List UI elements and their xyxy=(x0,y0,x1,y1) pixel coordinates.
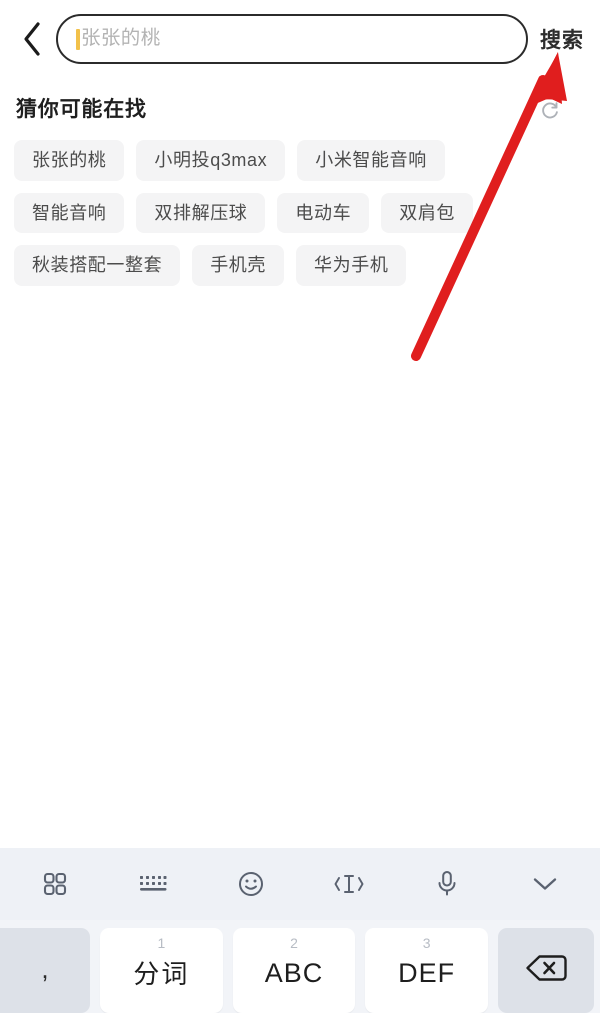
comma-key[interactable]: , xyxy=(0,928,90,1013)
suggestion-tag[interactable]: 张张的桃 xyxy=(14,140,125,181)
suggestion-tag[interactable]: 华为手机 xyxy=(296,245,407,287)
back-button[interactable] xyxy=(12,15,52,63)
abc-key-label: ABC xyxy=(264,958,324,988)
backspace-key[interactable] xyxy=(498,928,595,1013)
virtual-keyboard: , 1 分词 2 ABC 3 DEF xyxy=(0,848,600,1013)
chevron-left-icon xyxy=(21,21,43,57)
search-submit-button[interactable]: 搜索 xyxy=(538,20,586,58)
refresh-button[interactable] xyxy=(536,98,564,126)
suggestion-tag[interactable]: 小米智能音响 xyxy=(297,140,445,181)
emoji-smiley-icon xyxy=(237,870,265,898)
suggestion-tag[interactable]: 智能音响 xyxy=(14,192,125,234)
suggestions-title: 猜你可能在找 xyxy=(16,97,147,121)
suggestion-tag[interactable]: 双肩包 xyxy=(381,192,474,234)
suggestion-tag-list: 张张的桃 小明投q3max 小米智能音响 智能音响 双排解压球 电动车 双肩包 … xyxy=(14,140,586,287)
def-key[interactable]: 3 DEF xyxy=(365,928,489,1013)
suggestion-tag[interactable]: 手机壳 xyxy=(192,245,285,287)
keyboard-key-row: , 1 分词 2 ABC 3 DEF xyxy=(0,920,600,1013)
hide-keyboard-button[interactable] xyxy=(496,848,594,920)
text-cursor-icon xyxy=(333,871,365,897)
search-input-placeholder: 张张的桃 xyxy=(81,27,161,50)
fenci-key[interactable]: 1 分词 xyxy=(100,928,223,1013)
abc-key-number: 2 xyxy=(290,935,298,951)
grid-apps-icon xyxy=(41,870,69,898)
keyboard-toolbar xyxy=(0,848,600,920)
suggestion-tag[interactable]: 电动车 xyxy=(277,192,370,234)
suggestions-header: 猜你可能在找 xyxy=(14,92,586,126)
search-page: 张张的桃 搜索 猜你可能在找 张张的桃 小明投q3max 小米智能音响 智能音响… xyxy=(0,0,600,1013)
refresh-icon xyxy=(540,100,560,125)
suggestions-section: 猜你可能在找 张张的桃 小明投q3max 小米智能音响 智能音响 双排解压球 电 xyxy=(0,78,600,298)
text-caret xyxy=(76,28,80,50)
fenci-key-number: 1 xyxy=(157,935,166,951)
cursor-move-button[interactable] xyxy=(300,848,398,920)
tag-row: 张张的桃 小明投q3max 小米智能音响 xyxy=(14,140,586,181)
suggestion-tag[interactable]: 秋装搭配一整套 xyxy=(14,245,181,287)
keyboard-icon xyxy=(138,872,168,896)
search-header: 张张的桃 搜索 xyxy=(0,0,600,78)
backspace-icon xyxy=(523,951,569,990)
def-key-number: 3 xyxy=(422,935,431,951)
def-key-label: DEF xyxy=(398,958,456,988)
comma-key-label: , xyxy=(41,954,49,984)
search-input[interactable]: 张张的桃 xyxy=(56,14,528,64)
tag-row: 秋装搭配一整套 手机壳 华为手机 xyxy=(14,245,586,287)
suggestion-tag[interactable]: 小明投q3max xyxy=(136,140,286,181)
chevron-down-icon xyxy=(530,873,560,895)
fenci-key-label: 分词 xyxy=(133,958,190,989)
voice-input-button[interactable] xyxy=(398,848,496,920)
abc-key[interactable]: 2 ABC xyxy=(232,928,356,1013)
grid-apps-button[interactable] xyxy=(6,848,104,920)
suggestion-tag[interactable]: 双排解压球 xyxy=(136,192,266,234)
microphone-icon xyxy=(434,869,460,899)
keyboard-switch-button[interactable] xyxy=(104,848,202,920)
tag-row: 智能音响 双排解压球 电动车 双肩包 xyxy=(14,192,586,234)
emoji-button[interactable] xyxy=(202,848,300,920)
